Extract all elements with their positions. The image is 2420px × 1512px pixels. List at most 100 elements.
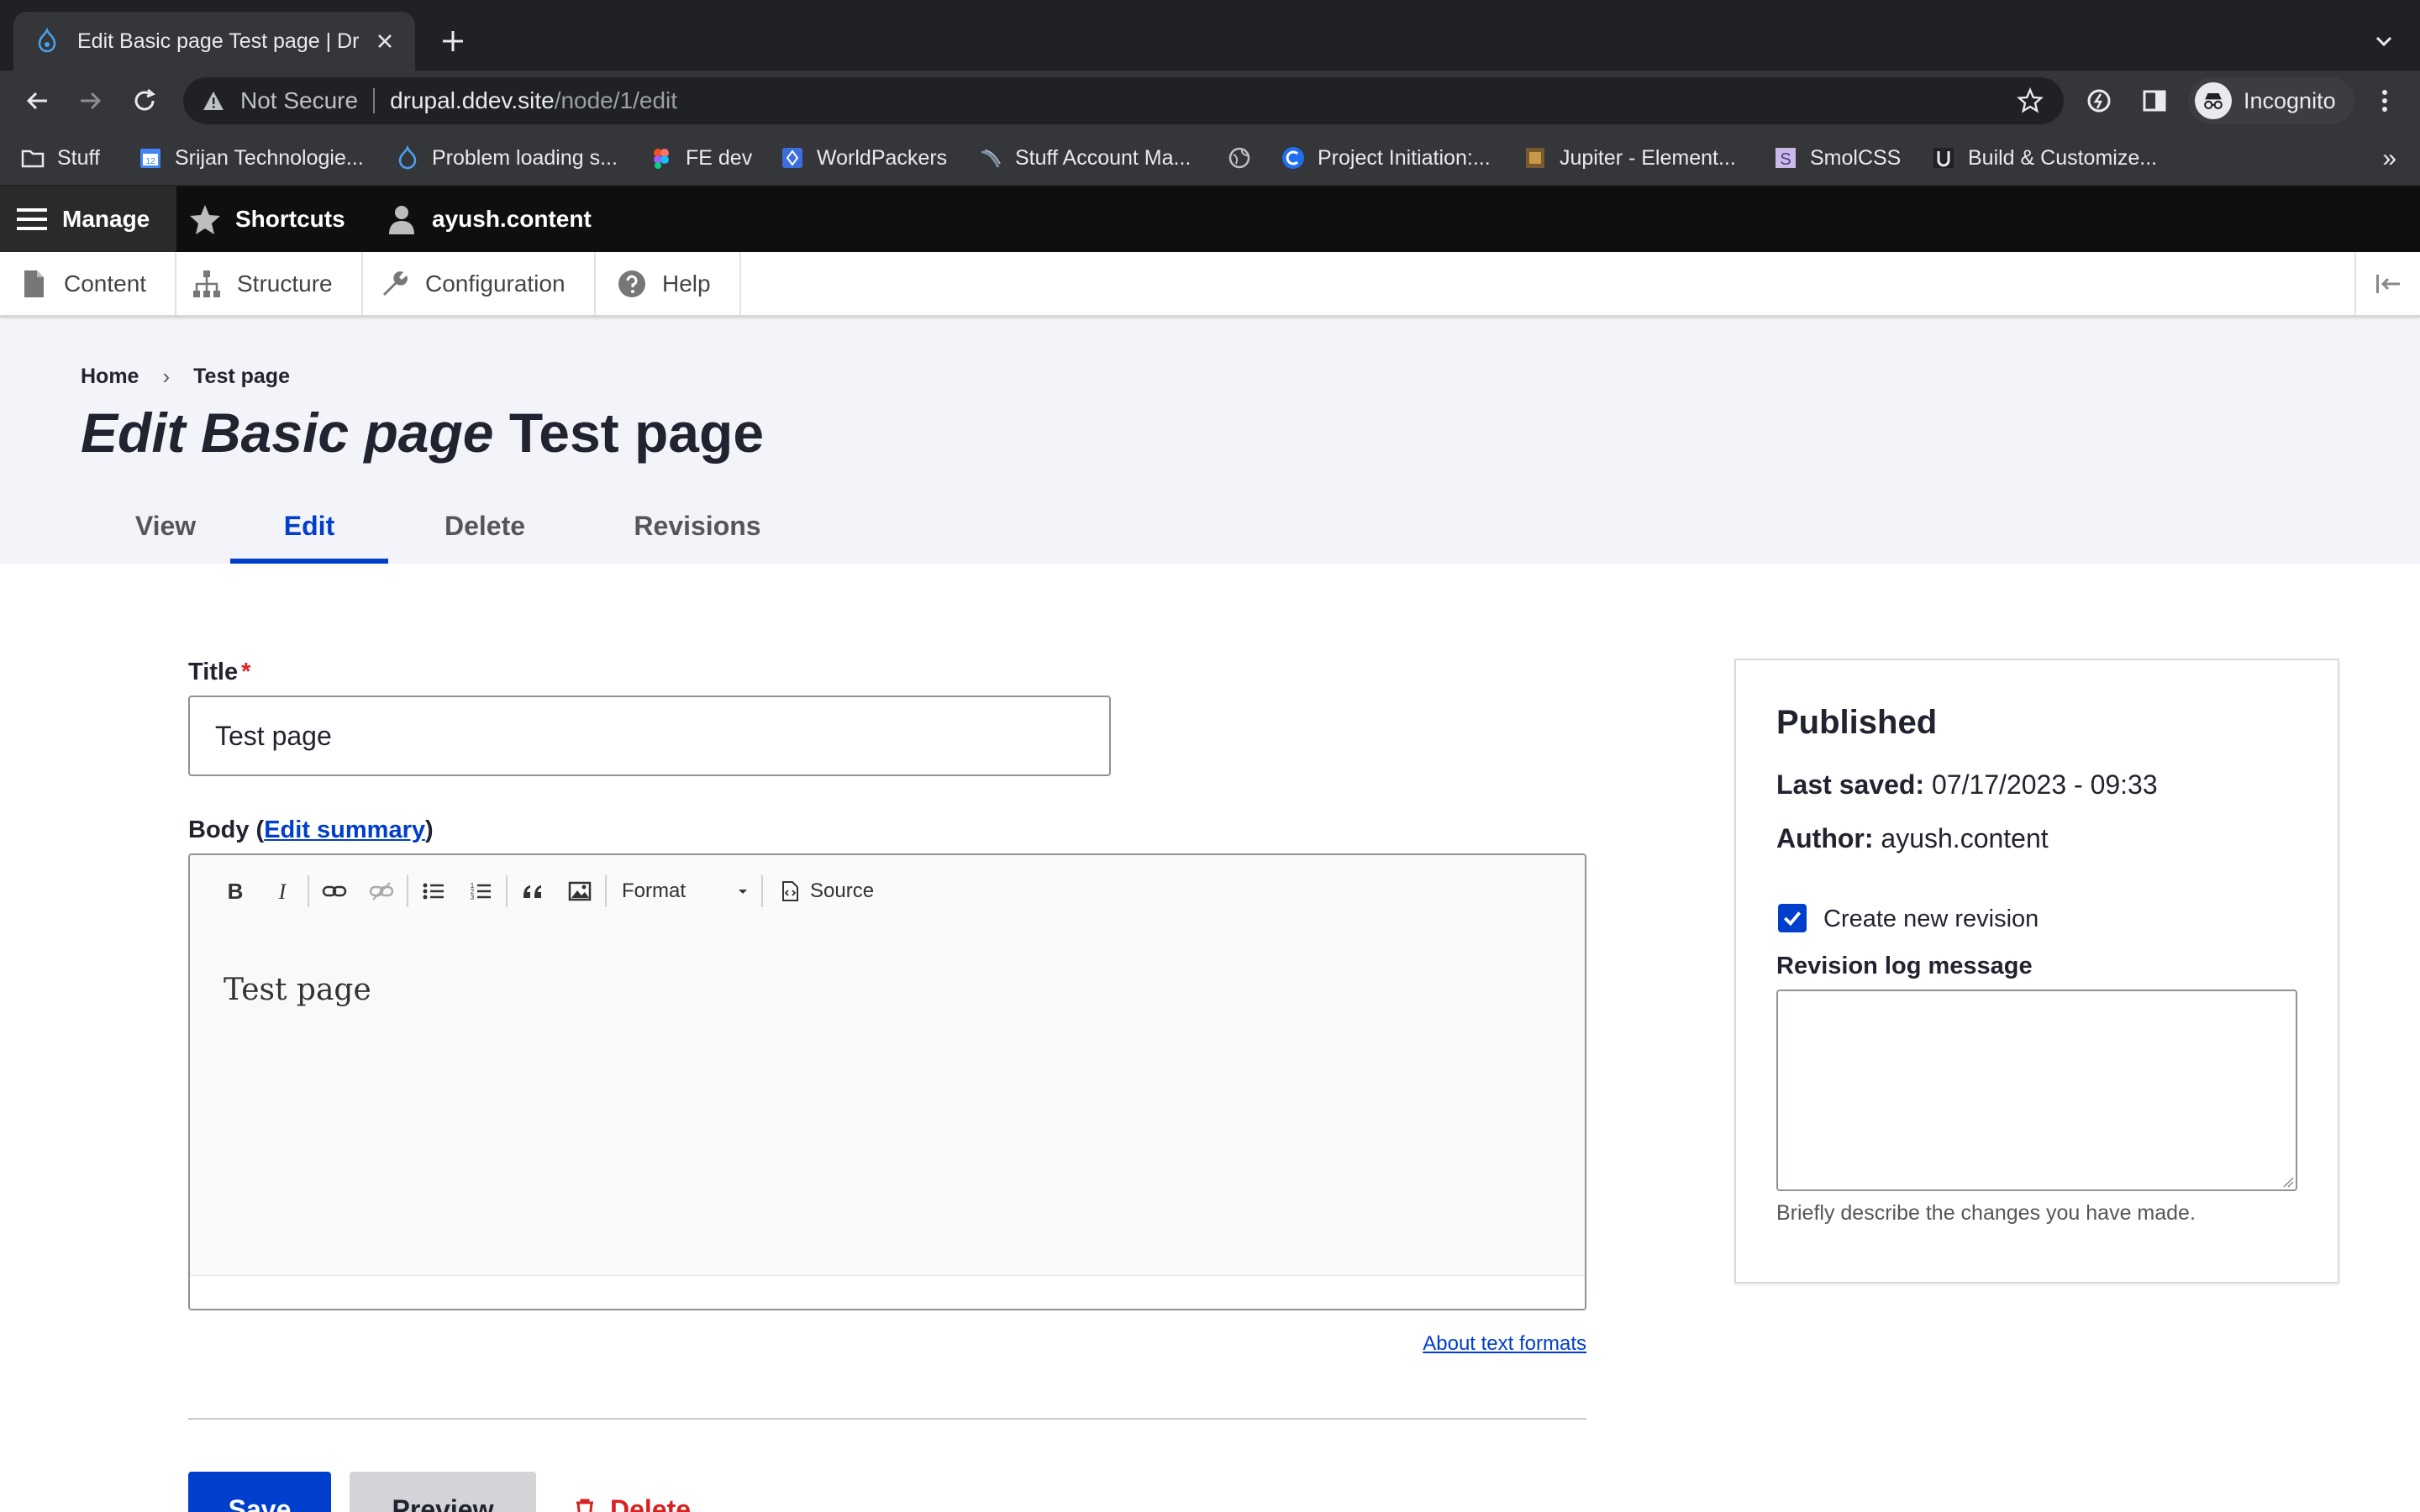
tab-search-chevron-icon[interactable] bbox=[2371, 29, 2396, 54]
incognito-label: Incognito bbox=[2244, 87, 2336, 113]
bookmark-project-initiation[interactable]: Project Initiation:... bbox=[1281, 143, 1491, 173]
url-path: /node/1/edit bbox=[554, 87, 678, 113]
collapse-tray-icon[interactable] bbox=[2354, 252, 2420, 315]
revision-log-textarea[interactable] bbox=[1776, 990, 2297, 1191]
toolbar-separator bbox=[761, 875, 763, 907]
title-input[interactable]: Test page bbox=[188, 696, 1111, 776]
bookmark-srijan[interactable]: 12 Srijan Technologie... bbox=[138, 143, 364, 173]
bookmark-smolcss[interactable]: S SmolCSS bbox=[1773, 143, 1901, 173]
format-dropdown-label: Format bbox=[622, 879, 687, 902]
bulleted-list-icon[interactable] bbox=[410, 868, 457, 915]
bookmark-jupiter[interactable]: Jupiter - Element... bbox=[1523, 143, 1736, 173]
incognito-icon bbox=[2195, 82, 2232, 119]
format-dropdown[interactable]: Format bbox=[608, 868, 760, 915]
bookmark-problem-loading[interactable]: Problem loading s... bbox=[395, 143, 618, 173]
editor-content-area[interactable]: Test page bbox=[190, 927, 1585, 1275]
bold-icon[interactable]: B bbox=[212, 868, 259, 915]
tray-help[interactable]: Help bbox=[598, 252, 741, 315]
bookmark-stuff[interactable]: Stuff bbox=[20, 143, 100, 173]
shortcuts-label: Shortcuts bbox=[235, 206, 345, 232]
manage-label: Manage bbox=[62, 206, 150, 232]
bookmark-fe-dev[interactable]: FE dev bbox=[649, 143, 752, 173]
tab-delete[interactable]: Delete bbox=[388, 488, 581, 564]
bookmark-globe[interactable] bbox=[1227, 143, 1252, 173]
browser-tab[interactable]: Edit Basic page Test page | Dru bbox=[13, 12, 415, 71]
tray-content[interactable]: Content bbox=[0, 252, 177, 315]
extension-icon[interactable] bbox=[2084, 86, 2114, 116]
create-revision-label[interactable]: Create new revision bbox=[1823, 906, 2039, 933]
svg-text:12: 12 bbox=[145, 157, 155, 166]
breadcrumb: Home › Test page bbox=[81, 364, 290, 390]
tray-configuration-label: Configuration bbox=[425, 270, 566, 297]
bookmark-label: FE dev bbox=[686, 145, 753, 170]
reload-icon[interactable] bbox=[129, 86, 160, 116]
tray-structure[interactable]: Structure bbox=[173, 252, 363, 315]
resize-grip-icon[interactable] bbox=[2281, 1174, 2294, 1188]
browser-tab-title: Edit Basic page Test page | Dru bbox=[77, 29, 360, 53]
numbered-list-icon[interactable]: 123 bbox=[457, 868, 504, 915]
help-icon bbox=[617, 269, 647, 299]
forward-arrow-icon[interactable] bbox=[76, 86, 106, 116]
image-icon[interactable] bbox=[556, 868, 603, 915]
create-revision-checkbox[interactable] bbox=[1778, 904, 1807, 932]
italic-icon[interactable]: I bbox=[259, 868, 306, 915]
page-title: Edit Basic page Test page bbox=[81, 401, 764, 465]
source-button[interactable]: Source bbox=[765, 868, 887, 915]
bookmark-stuff-account[interactable]: Stuff Account Ma... bbox=[978, 143, 1191, 173]
bookmark-label: Problem loading s... bbox=[432, 145, 618, 170]
body-label: Body (Edit summary) bbox=[188, 816, 434, 844]
svg-text:I: I bbox=[278, 879, 287, 904]
u-icon bbox=[1931, 145, 1956, 171]
address-bar[interactable]: Not Secure drupal.ddev.site /node/1/edit bbox=[183, 77, 2064, 124]
incognito-profile-button[interactable]: Incognito bbox=[2188, 77, 2354, 124]
author-label: Author: bbox=[1776, 823, 1874, 853]
preview-button[interactable]: Preview bbox=[350, 1472, 536, 1512]
source-code-icon bbox=[778, 879, 802, 903]
sitemap-icon bbox=[192, 269, 222, 299]
tab-view[interactable]: View bbox=[101, 488, 230, 564]
c-icon bbox=[1281, 145, 1306, 171]
bookmarks-overflow-icon[interactable]: » bbox=[2382, 144, 2396, 173]
figma-icon bbox=[649, 145, 674, 171]
back-arrow-icon[interactable] bbox=[22, 86, 52, 116]
user-button[interactable]: ayush.content bbox=[385, 186, 592, 252]
drupal-favicon-icon bbox=[34, 28, 60, 55]
security-status-text[interactable]: Not Secure bbox=[240, 87, 358, 114]
delete-button[interactable]: Delete bbox=[571, 1472, 706, 1512]
editor-footer bbox=[190, 1275, 1585, 1309]
tab-edit[interactable]: Edit bbox=[230, 488, 388, 564]
edit-summary-link[interactable]: Edit summary bbox=[264, 816, 425, 843]
trash-icon bbox=[571, 1496, 598, 1512]
close-tab-icon[interactable] bbox=[371, 28, 398, 55]
browser-menu-icon[interactable] bbox=[2370, 86, 2400, 116]
breadcrumb-current[interactable]: Test page bbox=[193, 365, 290, 389]
shortcuts-button[interactable]: Shortcuts bbox=[188, 186, 345, 252]
primary-tabs: View Edit Delete Revisions bbox=[101, 488, 813, 564]
user-icon bbox=[385, 202, 418, 236]
warning-triangle-icon[interactable] bbox=[202, 89, 225, 113]
side-panel-icon[interactable] bbox=[2139, 86, 2170, 116]
drupal-admin-toolbar: Manage Shortcuts ayush.content bbox=[0, 186, 2420, 252]
page-title-type: Edit Basic page bbox=[81, 402, 494, 464]
unlink-icon[interactable] bbox=[358, 868, 405, 915]
tab-revisions[interactable]: Revisions bbox=[581, 488, 813, 564]
url-host: drupal.ddev.site bbox=[390, 87, 555, 113]
bookmark-label: SmolCSS bbox=[1810, 145, 1902, 170]
svg-text:B: B bbox=[228, 879, 244, 904]
last-saved-label: Last saved: bbox=[1776, 769, 1925, 800]
blockquote-icon[interactable] bbox=[509, 868, 556, 915]
new-tab-icon[interactable] bbox=[439, 27, 467, 55]
tray-configuration[interactable]: Configuration bbox=[361, 252, 596, 315]
jupiter-icon bbox=[1523, 145, 1548, 171]
url-separator bbox=[373, 88, 376, 113]
bookmark-worldpackers[interactable]: WorldPackers bbox=[780, 143, 947, 173]
bookmark-star-icon[interactable] bbox=[2017, 87, 2044, 114]
globe-icon bbox=[1227, 145, 1252, 171]
link-icon[interactable] bbox=[311, 868, 358, 915]
manage-button[interactable]: Manage bbox=[0, 186, 176, 252]
bookmark-build-customize[interactable]: Build & Customize... bbox=[1931, 143, 2157, 173]
breadcrumb-home[interactable]: Home bbox=[81, 365, 139, 389]
bookmark-label: Jupiter - Element... bbox=[1560, 145, 1736, 170]
save-button[interactable]: Save bbox=[188, 1472, 331, 1512]
about-text-formats-link[interactable]: About text formats bbox=[1423, 1332, 1586, 1356]
